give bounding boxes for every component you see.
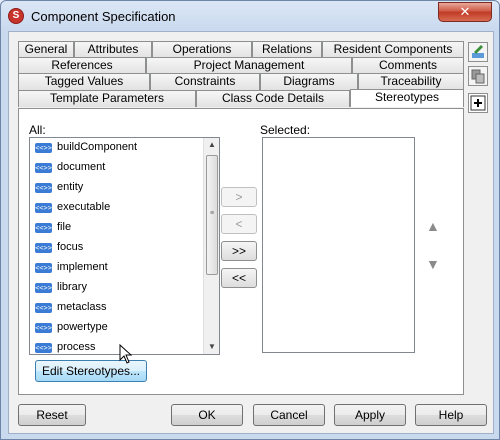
move-down-icon[interactable]: ▼	[426, 256, 440, 272]
add-icon[interactable]	[468, 93, 488, 113]
grip-icon: ≡	[210, 210, 215, 217]
list-item[interactable]: <<>> executable	[30, 198, 200, 218]
app-logo-icon: S	[8, 8, 24, 24]
list-item[interactable]: <<>> powertype	[30, 318, 200, 338]
selected-label: Selected:	[260, 123, 311, 137]
stereotype-icon: <<>>	[35, 223, 52, 233]
tab-operations[interactable]: Operations	[152, 41, 252, 58]
tab-class-code-details[interactable]: Class Code Details	[196, 90, 350, 107]
list-item-label: metaclass	[57, 301, 107, 313]
tab-general[interactable]: General	[18, 41, 74, 58]
list-item-label: implement	[57, 261, 108, 273]
scroll-thumb[interactable]: ≡	[206, 155, 218, 275]
list-item[interactable]: <<>> process	[30, 338, 200, 354]
all-stereotypes-list[interactable]: <<>> buildComponent <<>> document <<>> enti…	[29, 137, 220, 355]
list-item-label: document	[57, 161, 106, 173]
tab-comments[interactable]: Comments	[352, 57, 464, 74]
move-up-icon[interactable]: ▲	[426, 218, 440, 234]
list-item-label: buildComponent	[57, 141, 138, 153]
remove-all-button[interactable]: <<	[221, 268, 257, 288]
stereotype-icon: <<>>	[35, 203, 52, 213]
list-item[interactable]: <<>> file	[30, 218, 200, 238]
stereotype-icon: <<>>	[35, 283, 52, 293]
dialog-client: General Attributes Operations Relations …	[8, 31, 494, 434]
mouse-pointer-icon	[119, 344, 133, 364]
tab-tagged-values[interactable]: Tagged Values	[18, 73, 150, 90]
close-button[interactable]: ✕	[438, 2, 492, 22]
list-item[interactable]: <<>> document	[30, 158, 200, 178]
stereotype-icon: <<>>	[35, 263, 52, 273]
tab-attributes[interactable]: Attributes	[74, 41, 152, 58]
tab-constraints[interactable]: Constraints	[150, 73, 260, 90]
title-bar[interactable]: S Component Specification ✕	[1, 1, 499, 31]
list-item[interactable]: <<>> focus	[30, 238, 200, 258]
list-item-label: file	[57, 221, 72, 233]
tab-diagrams[interactable]: Diagrams	[260, 73, 358, 90]
list-item[interactable]: <<>> metaclass	[30, 298, 200, 318]
tab-references[interactable]: References	[18, 57, 146, 74]
stereotype-icon: <<>>	[35, 243, 52, 253]
stereotype-icon: <<>>	[35, 303, 52, 313]
tab-traceability[interactable]: Traceability	[358, 73, 464, 90]
tab-project-management[interactable]: Project Management	[146, 57, 352, 74]
list-item[interactable]: <<>> entity	[30, 178, 200, 198]
stereotype-icon: <<>>	[35, 143, 52, 153]
help-button[interactable]: Help	[415, 404, 487, 426]
list-item-label: focus	[57, 241, 84, 253]
remove-button[interactable]: <	[221, 214, 257, 234]
tab-relations[interactable]: Relations	[252, 41, 322, 58]
list-item[interactable]: <<>> library	[30, 278, 200, 298]
list-item-label: powertype	[57, 321, 108, 333]
stereotype-icon: <<>>	[35, 323, 52, 333]
selected-stereotypes-list[interactable]	[262, 137, 415, 353]
ok-button[interactable]: OK	[171, 404, 243, 426]
reset-button[interactable]: Reset	[18, 404, 86, 426]
cancel-button[interactable]: Cancel	[253, 404, 325, 426]
dialog-window: S Component Specification ✕ General Attr…	[0, 0, 500, 440]
window-title: Component Specification	[31, 9, 176, 24]
stereotype-icon: <<>>	[35, 183, 52, 193]
edit-pen-icon[interactable]	[468, 42, 488, 62]
list-item-label: entity	[57, 181, 84, 193]
apply-button[interactable]: Apply	[334, 404, 406, 426]
list-item[interactable]: <<>> implement	[30, 258, 200, 278]
stereotype-icon: <<>>	[35, 343, 52, 353]
add-all-button[interactable]: >>	[221, 241, 257, 261]
tab-template-parameters[interactable]: Template Parameters	[18, 90, 196, 107]
scroll-up-arrow-icon[interactable]: ▲	[208, 140, 216, 149]
list-item-label: library	[57, 281, 87, 293]
tab-resident-components[interactable]: Resident Components	[322, 41, 464, 58]
list-item-label: executable	[57, 201, 111, 213]
scroll-down-arrow-icon[interactable]: ▼	[208, 342, 216, 351]
list-item[interactable]: <<>> buildComponent	[30, 138, 200, 158]
stereotype-icon: <<>>	[35, 163, 52, 173]
list-item-label: process	[57, 341, 96, 353]
all-label: All:	[29, 123, 46, 137]
tab-stereotypes[interactable]: Stereotypes	[350, 89, 464, 107]
copy-icon[interactable]	[468, 66, 488, 86]
list-scrollbar[interactable]: ▲ ≡ ▼	[203, 138, 219, 354]
add-button[interactable]: >	[221, 187, 257, 207]
